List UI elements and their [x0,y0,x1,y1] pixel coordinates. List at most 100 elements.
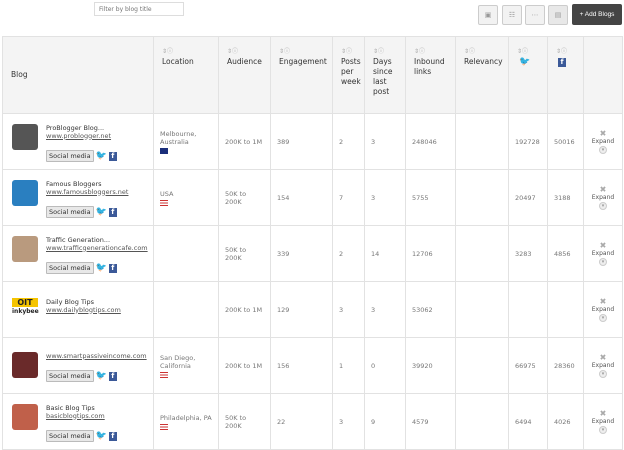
chevron-down-icon[interactable]: ▾ [599,258,607,266]
column-header[interactable]: ⇕ⓘ Inbound links [405,36,456,114]
expand-button[interactable]: Expand [584,418,622,425]
engagement-cell: 129 [270,281,333,338]
column-header[interactable]: ⇕ⓘ Location [153,36,219,114]
facebook-icon[interactable]: f [108,151,117,161]
column-header[interactable]: ⇕ⓘ Audience [218,36,271,114]
remove-icon[interactable]: ✖ [584,297,622,306]
sort-info-icon[interactable]: ⇕ⓘ [464,47,503,57]
social-media-tag[interactable]: Social media [46,429,94,442]
filter-input[interactable] [94,2,184,16]
posts-cell: 2 [332,225,365,282]
add-blogs-button[interactable]: + Add Blogs [572,4,622,25]
column-header[interactable]: ⇕ⓘ Relevancy [455,36,509,114]
facebook-cell: 28360 [547,337,584,394]
social-media-tag[interactable]: Social media [46,205,94,218]
blog-title[interactable]: Traffic Generation... [46,236,110,244]
remove-icon[interactable]: ✖ [584,185,622,194]
sort-info-icon[interactable]: ⇕ⓘ [556,47,578,57]
twitter-icon[interactable]: 🐦 [96,263,107,273]
audience-cell: 50K to 200K [218,169,271,226]
sort-info-icon[interactable]: ⇕ⓘ [414,47,450,57]
column-header[interactable]: ⇕ⓘ f [547,36,584,114]
audience-cell: 200K to 1M [218,281,271,338]
column-header[interactable]: ⇕ⓘ Engagement [270,36,333,114]
twitter-icon[interactable]: 🐦 [96,151,107,161]
facebook-icon[interactable]: f [108,207,117,217]
facebook-icon[interactable]: f [108,431,117,441]
sort-info-icon[interactable]: ⇕ⓘ [227,47,265,57]
social-media-tag[interactable]: Social media [46,149,94,162]
engagement-cell: 22 [270,393,333,450]
actions-cell: ✖ Expand ▾ [583,113,623,170]
twitter-icon[interactable]: 🐦 [96,207,107,217]
chevron-down-icon[interactable]: ▾ [599,370,607,378]
column-label: Audience [227,57,262,66]
chevron-down-icon[interactable]: ▾ [599,202,607,210]
blog-url[interactable]: www.famousbloggers.net [46,188,128,196]
sort-info-icon[interactable]: ⇕ⓘ [279,47,327,57]
expand-button[interactable]: Expand [584,194,622,201]
blog-cell: OIT inkybee Daily Blog Tips www.dailyblog… [2,281,154,338]
location-cell: San Diego, California [153,337,219,394]
twitter-icon: 🐦 [519,57,531,67]
column-label: Days since last post [373,57,393,96]
avatar [12,403,38,430]
sort-info-icon[interactable]: ⇕ⓘ [162,47,213,57]
remove-icon[interactable]: ✖ [584,129,622,138]
column-label: Engagement [279,57,327,66]
expand-button[interactable]: Expand [584,250,622,257]
facebook-cell: 4026 [547,393,584,450]
expand-button[interactable]: Expand [584,138,622,145]
blog-url[interactable]: www.problogger.net [46,132,117,140]
column-header[interactable]: ⇕ⓘ 🐦 [508,36,548,114]
twitter-icon[interactable]: 🐦 [96,371,107,381]
list-icon[interactable]: ☷ [502,5,522,25]
chevron-down-icon[interactable]: ▾ [599,146,607,154]
expand-button[interactable]: Expand [584,362,622,369]
chevron-down-icon[interactable]: ▾ [599,426,607,434]
audience-cell: 200K to 1M [218,337,271,394]
column-header[interactable]: ⇕ⓘ Days since last post [364,36,406,114]
days-cell: 3 [364,113,406,170]
sort-info-icon[interactable]: ⇕ⓘ [517,47,542,57]
audience-cell: 50K to 200K [218,393,271,450]
blog-title[interactable]: Basic Blog Tips [46,404,95,412]
column-header[interactable]: Blog [2,36,154,114]
avatar [12,179,38,206]
sort-info-icon[interactable]: ⇕ⓘ [373,47,400,57]
audience-cell: 200K to 1M [218,113,271,170]
days-cell: 3 [364,281,406,338]
remove-icon[interactable]: ✖ [584,409,622,418]
remove-icon[interactable]: ✖ [584,241,622,250]
remove-icon[interactable]: ✖ [584,353,622,362]
actions-header [583,36,623,114]
engagement-cell: 156 [270,337,333,394]
australia-flag-icon [160,147,168,154]
grid-large-icon[interactable]: ▣ [478,5,498,25]
table-view-icon[interactable]: ▤ [548,5,568,25]
relevancy-cell [455,225,509,282]
blog-url[interactable]: www.dailyblogtips.com [46,306,121,314]
twitter-icon[interactable]: 🐦 [96,431,107,441]
facebook-cell: 50016 [547,113,584,170]
facebook-icon[interactable]: f [108,371,117,381]
blogs-table: Blog ⇕ⓘ Location ⇕ⓘ Audience ⇕ⓘ Engagement ⇕ⓘ Po… [2,36,623,450]
blog-url[interactable]: basicblogtips.com [46,412,117,420]
posts-cell: 1 [332,337,365,394]
blog-title[interactable]: Daily Blog Tips [46,298,94,306]
column-label: Posts per week [341,57,361,86]
column-header[interactable]: ⇕ⓘ Posts per week [332,36,365,114]
blog-url[interactable]: www.trafficgenerationcafe.com [46,244,148,252]
blog-title[interactable]: Famous Bloggers [46,180,102,188]
social-media-tag[interactable]: Social media [46,261,94,274]
facebook-cell: 4856 [547,225,584,282]
grid-small-icon[interactable]: ⋯ [525,5,545,25]
social-media-tag[interactable]: Social media [46,369,94,382]
blog-url[interactable]: www.smartpassiveincome.com [46,352,147,360]
blog-title[interactable]: ProBlogger Blog... [46,124,104,132]
location-cell: Melbourne, Australia [153,113,219,170]
chevron-down-icon[interactable]: ▾ [599,314,607,322]
facebook-icon[interactable]: f [108,263,117,273]
sort-info-icon[interactable]: ⇕ⓘ [341,47,359,57]
expand-button[interactable]: Expand [584,306,622,313]
